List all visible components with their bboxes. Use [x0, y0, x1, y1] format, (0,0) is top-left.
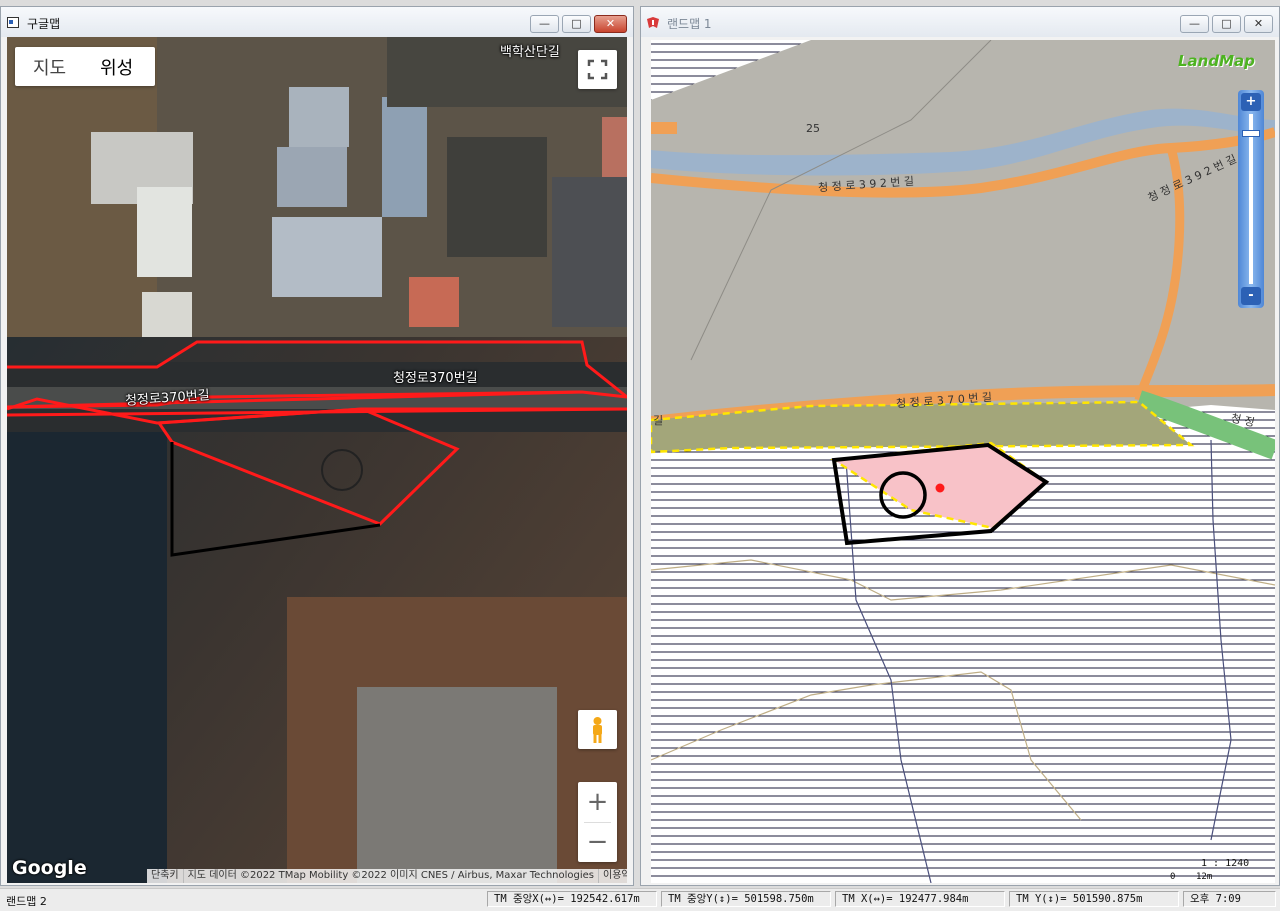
- status-bar: 랜드맵 2 TM 중앙X(↔)= 192542.617m TM 중앙Y(↕)= …: [0, 888, 1280, 911]
- parcel-number-label: 25: [806, 122, 820, 135]
- title-bar[interactable]: 랜드맵 1 — □ ✕: [641, 7, 1279, 37]
- zoom-out-icon: −: [586, 827, 609, 857]
- satellite-imagery: [7, 37, 627, 883]
- fullscreen-button[interactable]: [578, 50, 617, 89]
- status-tm-center-x: TM 중앙X(↔)= 192542.617m: [487, 891, 657, 907]
- landmap-app-icon: [647, 17, 659, 28]
- terms-link[interactable]: 이용약관: [598, 869, 627, 883]
- zoom-out-button[interactable]: -: [1241, 287, 1261, 305]
- zoom-out-button[interactable]: −: [578, 822, 617, 862]
- maximize-button[interactable]: □: [1212, 15, 1241, 33]
- keyboard-shortcuts-link[interactable]: 단축키: [147, 869, 183, 883]
- status-clock: 오후 7:09: [1183, 891, 1276, 907]
- street-view-button[interactable]: [578, 710, 617, 749]
- app-icon: [7, 17, 19, 28]
- fullscreen-icon: [587, 59, 608, 80]
- close-icon: ✕: [1253, 17, 1264, 30]
- status-app-name: 랜드맵 2: [6, 895, 47, 908]
- scale-zero: 0: [1170, 872, 1176, 882]
- zoom-in-button[interactable]: +: [578, 782, 617, 822]
- maximize-icon: □: [1221, 17, 1232, 30]
- close-button[interactable]: ✕: [1244, 15, 1273, 33]
- zoom-handle[interactable]: [1242, 130, 1260, 137]
- pegman-icon: [593, 717, 602, 743]
- title-bar[interactable]: 구글맵 — □ ✕: [1, 7, 633, 37]
- minimize-icon: —: [539, 17, 550, 30]
- maximize-button[interactable]: □: [562, 15, 591, 33]
- close-button[interactable]: ✕: [594, 15, 627, 33]
- road-label-baekhak: 백학산단길: [500, 45, 560, 60]
- map-type-satellite[interactable]: 위성: [100, 54, 133, 80]
- scale-ratio: 1 : 1240: [1201, 858, 1250, 869]
- window-title: 구글맵: [27, 17, 61, 31]
- map-attribution: 단축키 지도 데이터 ©2022 TMap Mobility ©2022 이미지…: [147, 869, 627, 883]
- window-title: 랜드맵 1: [667, 17, 712, 31]
- zoom-control: + −: [578, 782, 617, 862]
- minimize-icon: —: [1189, 17, 1200, 30]
- cadastral-map[interactable]: LandMap 25 청 정 로 3 9 2 번 길 청 정 로 3 9 2 번…: [651, 40, 1275, 883]
- google-map-window: 구글맵 — □ ✕ 지도 위성 백학산단길 청정로370번길 청정로370번길 …: [0, 6, 634, 886]
- zoom-track[interactable]: [1249, 114, 1253, 284]
- minimize-button[interactable]: —: [530, 15, 559, 33]
- status-tm-x: TM X(↔)= 192477.984m: [835, 891, 1005, 907]
- cadastral-layers: [651, 40, 1275, 883]
- road-label-cheongjeong-right: 청정로370번길: [393, 371, 478, 386]
- status-tm-y: TM Y(↕)= 501590.875m: [1009, 891, 1179, 907]
- status-tm-center-y: TM 중앙Y(↕)= 501598.750m: [661, 891, 831, 907]
- landmap-window: 랜드맵 1 — □ ✕ LandMap 25 청 정 로 3 9 2 번 길 청…: [640, 6, 1280, 886]
- map-type-toggle: 지도 위성: [15, 47, 155, 86]
- road-label-370-left: 길: [653, 414, 664, 427]
- zoom-in-icon: +: [586, 787, 609, 817]
- satellite-map[interactable]: 지도 위성 백학산단길 청정로370번길 청정로370번길 + − Google: [7, 37, 627, 883]
- minimize-button[interactable]: —: [1180, 15, 1209, 33]
- maximize-icon: □: [571, 17, 582, 30]
- close-icon: ✕: [605, 17, 616, 30]
- scale-distance: 12m: [1196, 872, 1213, 882]
- google-logo: Google: [12, 857, 87, 879]
- map-data-credit: 지도 데이터 ©2022 TMap Mobility ©2022 이미지 CNE…: [182, 869, 598, 883]
- landmap-logo: LandMap: [1178, 52, 1255, 70]
- zoom-slider[interactable]: + -: [1238, 90, 1264, 308]
- map-type-map[interactable]: 지도: [33, 54, 66, 80]
- zoom-in-button[interactable]: +: [1241, 93, 1261, 111]
